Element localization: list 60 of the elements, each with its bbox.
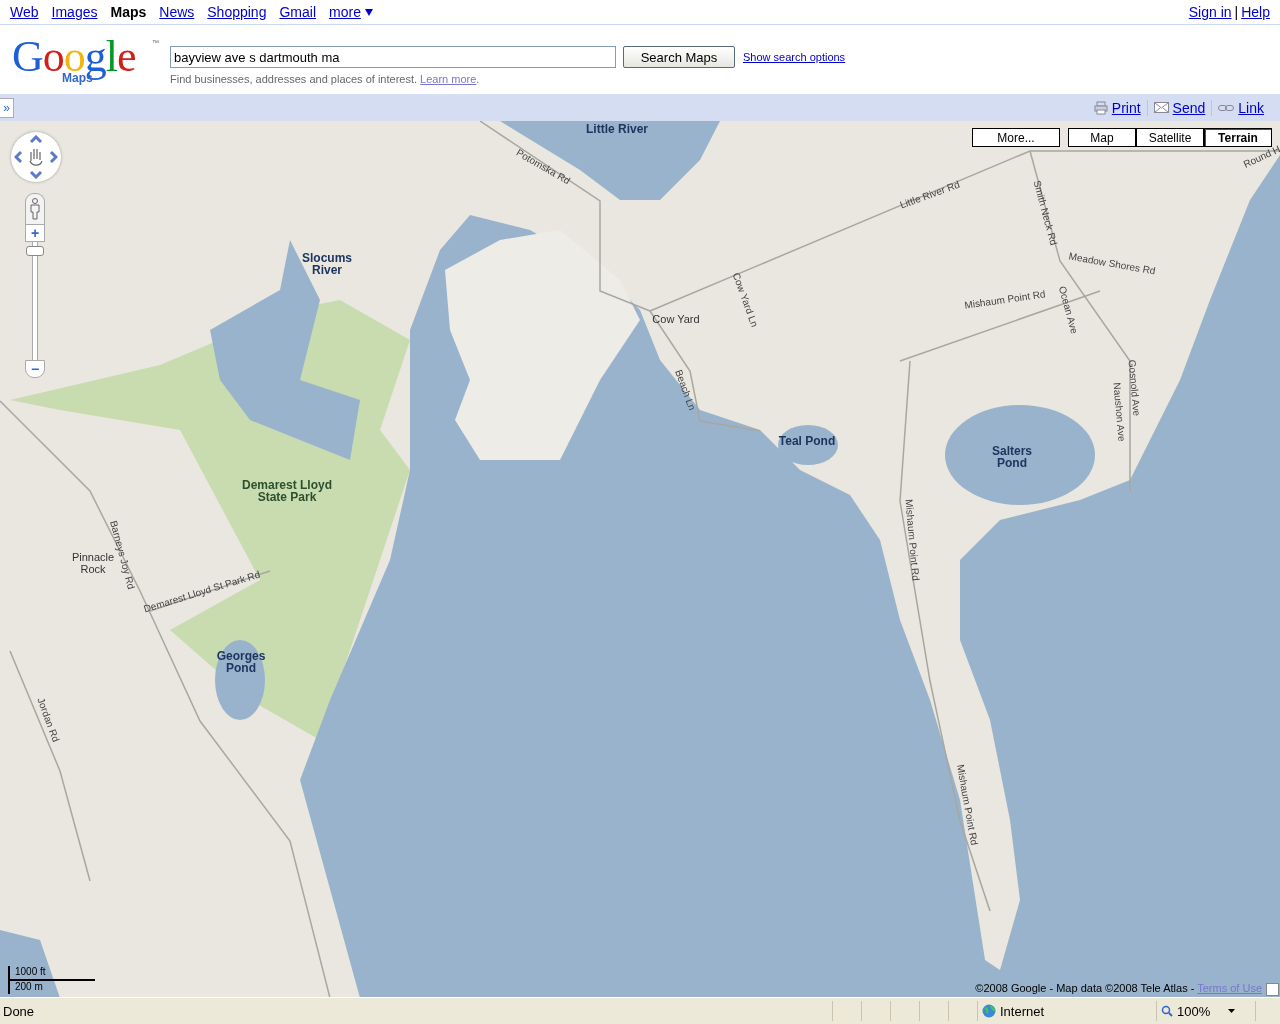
nav-link[interactable]: Web: [10, 4, 39, 20]
zoom-out-button[interactable]: −: [25, 360, 45, 378]
caret-icon: [364, 8, 373, 16]
nav-link[interactable]: Shopping: [207, 4, 267, 20]
globe-icon: [982, 1004, 996, 1018]
road-label: Meadow Shores Rd: [1067, 250, 1157, 278]
street-view-pegman-icon[interactable]: [25, 193, 45, 224]
map-type-button[interactable]: Terrain: [1204, 128, 1272, 147]
road-label: Gosnold Ave: [1125, 359, 1143, 417]
print-link[interactable]: Print: [1087, 99, 1147, 116]
road-label: Mishaum Point Rd: [902, 498, 922, 582]
place-label: Little River: [585, 123, 649, 135]
terrain-map-drawing[interactable]: [0, 121, 1280, 997]
separator-text: |: [1234, 4, 1239, 20]
nav-link[interactable]: Images: [51, 4, 98, 20]
road-label: Ocean Ave: [1055, 284, 1081, 336]
help-link[interactable]: Help: [1241, 4, 1270, 20]
security-zone: Internet: [977, 1001, 1156, 1021]
road-label: Mishaum Point Rd: [954, 763, 980, 847]
caret-icon: [1228, 1009, 1236, 1013]
chain-link-icon: [1218, 103, 1235, 112]
expand-panel-button[interactable]: »: [0, 97, 14, 118]
printer-icon: [1093, 100, 1108, 115]
map-type-button[interactable]: Satellite: [1136, 128, 1204, 147]
nav-link[interactable]: Gmail: [279, 4, 316, 20]
sign-in-link[interactable]: Sign in: [1188, 4, 1232, 20]
nav-link[interactable]: Maps: [110, 4, 147, 20]
place-label: Georges Pond: [215, 650, 267, 674]
status-text: Done: [2, 1003, 36, 1019]
zoom-slider-thumb[interactable]: [26, 245, 44, 256]
search-hint: Find businesses, addresses and places of interest. Learn more.: [170, 73, 481, 85]
place-label: Teal Pond: [777, 435, 837, 447]
road-label: Mishaum Point Rd: [963, 288, 1047, 312]
zoom-in-button[interactable]: +: [25, 224, 45, 242]
magnifier-icon: [1161, 1005, 1173, 1017]
nav-link[interactable]: News: [159, 4, 195, 20]
nav-link[interactable]: more: [329, 4, 373, 20]
copyright-text: ©2008 Google - Map data ©2008 Tele Atlas - Terms of Use: [975, 982, 1262, 994]
road-label: Naushon Ave: [1110, 381, 1128, 443]
overview-toggle-icon[interactable]: [1266, 983, 1279, 996]
search-options-link[interactable]: Show search options: [743, 51, 846, 63]
place-label: Salters Pond: [991, 445, 1033, 469]
road-label: Beach Ln: [672, 368, 698, 412]
scale-bar: 1000 ft 200 m: [8, 966, 97, 994]
road-label: Cow Yard Ln: [729, 271, 761, 329]
link-link[interactable]: Link: [1211, 99, 1270, 116]
search-field[interactable]: bayview ave s dartmouth ma: [170, 46, 616, 68]
place-label: Demarest Lloyd State Park: [241, 479, 333, 503]
zoom-level-button[interactable]: 100%: [1156, 1001, 1255, 1021]
pan-arrows-icon: [14, 135, 58, 179]
more-layers-button[interactable]: More...: [972, 128, 1060, 147]
search-maps-button[interactable]: Search Maps: [623, 46, 735, 68]
road-label: Jordan Rd: [34, 696, 62, 744]
road-label: Little River Rd: [898, 178, 962, 212]
send-link[interactable]: Send: [1146, 99, 1212, 116]
envelope-icon: [1153, 102, 1169, 113]
place-label: Cow Yard: [651, 313, 701, 325]
map-type-button[interactable]: Map: [1068, 128, 1136, 147]
road-label: Smith Neck Rd: [1030, 179, 1060, 247]
place-label: Slocums River: [301, 252, 353, 276]
